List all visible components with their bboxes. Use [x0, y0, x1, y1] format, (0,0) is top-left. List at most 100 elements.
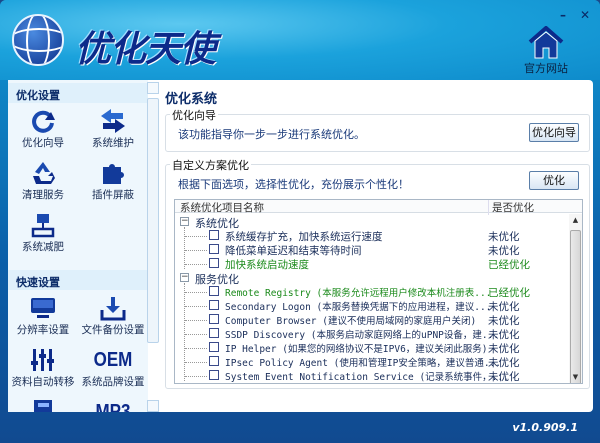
- sidebar-item[interactable]: 文件备份设置: [78, 294, 148, 346]
- status-text: 未优化: [488, 245, 520, 257]
- globe-logo-icon: [12, 14, 64, 66]
- status-text: 未优化: [488, 329, 520, 341]
- page-title: 优化系统: [165, 92, 218, 107]
- item-checkbox[interactable]: [209, 230, 219, 240]
- official-site-label: 官方网站: [524, 62, 568, 75]
- tree-line: [185, 362, 207, 363]
- status-text: 未优化: [488, 315, 520, 327]
- sidebar-item[interactable]: 分辨率设置: [8, 294, 78, 346]
- wizard-description: 该功能指导你一步一步进行系统优化。: [178, 128, 365, 141]
- tree-line: [185, 348, 207, 349]
- scroll-down-arrow-icon[interactable]: ▼: [569, 371, 582, 383]
- swap-arrows-icon: [78, 107, 148, 135]
- scale-icon: [8, 211, 78, 239]
- sidebar-item-label: 插件屏蔽: [92, 189, 134, 201]
- status-text: 未优化: [488, 357, 520, 369]
- status-text: 已经优化: [488, 287, 530, 299]
- item-checkbox[interactable]: [209, 370, 219, 380]
- scroll-up-button[interactable]: [147, 82, 159, 94]
- oem-icon: OEM: [93, 348, 133, 371]
- item-checkbox[interactable]: [209, 356, 219, 366]
- optimize-button[interactable]: 优化: [529, 171, 579, 190]
- tree-row[interactable]: Remote Registry (本服务允许远程用户修改本机注册表... 已经优化: [175, 285, 570, 299]
- item-name: IP Helper (如果您的网络协议不是IPV6，建议关闭此服务): [225, 344, 488, 355]
- optimization-tree: 系统优化项目名称 是否优化 − 系统优化 系统缓存扩充，加快系统运行速度 未优化 降低菜…: [174, 199, 583, 384]
- tree-line: [185, 306, 207, 307]
- item-checkbox[interactable]: [209, 258, 219, 268]
- sidebar-scrollbar[interactable]: [147, 82, 160, 412]
- collapse-icon[interactable]: −: [180, 273, 189, 282]
- tree-line: [185, 376, 207, 377]
- minimize-button[interactable]: –: [560, 8, 566, 22]
- sidebar-item-label: 文件备份设置: [81, 324, 145, 336]
- notebook-icon: [8, 398, 78, 412]
- wizard-button[interactable]: 优化向导: [529, 123, 579, 142]
- close-button[interactable]: ✕: [580, 8, 590, 22]
- scrollbar-thumb[interactable]: [570, 230, 581, 383]
- tree-row[interactable]: Computer Browser (建议不使用局域网的家庭用户关闭) 未优化: [175, 313, 570, 327]
- group-label: 优化向导: [170, 107, 218, 123]
- collapse-icon[interactable]: −: [180, 217, 189, 226]
- status-text: 未优化: [488, 231, 520, 243]
- item-name: Remote Registry (本服务允许远程用户修改本机注册表...: [225, 288, 492, 299]
- scroll-down-button[interactable]: [147, 400, 159, 412]
- tree-scrollbar[interactable]: ▲ ▼: [569, 214, 582, 383]
- sidebar-item[interactable]: 系统减肥: [8, 211, 78, 263]
- sidebar-item[interactable]: 系统维护: [78, 107, 148, 159]
- sidebar-item-label: 分辨率设置: [16, 324, 70, 336]
- sidebar-item[interactable]: 插件屏蔽: [78, 159, 148, 211]
- tree-row[interactable]: 加快系统启动速度 已经优化: [175, 257, 570, 271]
- status-text: 未优化: [488, 343, 520, 355]
- status-text: 已经优化: [488, 259, 530, 271]
- tree-group-node[interactable]: − 服务优化: [175, 271, 570, 286]
- tree-line: [185, 334, 207, 335]
- app-logo-title: 优化天使: [75, 29, 216, 70]
- tree-line: [185, 236, 207, 237]
- item-name: IPsec Policy Agent (使用和管理IP安全策略，建议普通...: [225, 358, 501, 369]
- tree-row[interactable]: Secondary Logon (本服务替换凭据下的应用进程，建议... 未优化: [175, 299, 570, 313]
- puzzle-icon: [78, 159, 148, 187]
- sidebar-item-label: 清理服务: [22, 189, 64, 201]
- tree-row[interactable]: SSDP Discovery (本服务启动家庭网络上的uPNP设备，建... 未优…: [175, 327, 570, 341]
- item-checkbox[interactable]: [209, 286, 219, 296]
- tree-group-node[interactable]: − 系统优化: [175, 215, 570, 230]
- column-header-status[interactable]: 是否优化: [488, 200, 534, 215]
- status-bar: v1.0.909.1: [0, 412, 600, 443]
- sidebar-item-label: 优化向导: [22, 137, 64, 149]
- status-text: 未优化: [488, 301, 520, 313]
- item-checkbox[interactable]: [209, 300, 219, 310]
- item-name: Secondary Logon (本服务替换凭据下的应用进程，建议...: [225, 302, 492, 313]
- main-panel: 优化设置 优化向导 系统维护 清理服务 插件屏蔽 系统减肥 快速设置 分辨率设置 文件备份…: [8, 80, 593, 412]
- official-site-button[interactable]: 官方网站: [518, 26, 574, 76]
- sidebar-item[interactable]: 优化向导: [8, 107, 78, 159]
- sidebar-item[interactable]: [8, 398, 78, 412]
- scrollbar-thumb[interactable]: [147, 98, 159, 343]
- home-icon: [528, 26, 564, 59]
- item-checkbox[interactable]: [209, 244, 219, 254]
- sidebar: 优化设置 优化向导 系统维护 清理服务 插件屏蔽 系统减肥 快速设置 分辨率设置 文件备份…: [8, 80, 148, 412]
- monitor-icon: [8, 294, 78, 322]
- item-name: 降低菜单延迟和结束等待时间: [225, 245, 362, 257]
- item-name: SSDP Discovery (本服务启动家庭网络上的uPNP设备，建...: [225, 330, 500, 341]
- version-label: v1.0.909.1: [512, 421, 578, 434]
- tree-row[interactable]: 系统缓存扩充，加快系统运行速度 未优化: [175, 229, 570, 243]
- item-checkbox[interactable]: [209, 314, 219, 324]
- sidebar-item-label: 系统维护: [92, 137, 134, 149]
- item-checkbox[interactable]: [209, 342, 219, 352]
- group-label: 自定义方案优化: [170, 157, 251, 173]
- sidebar-item[interactable]: 清理服务: [8, 159, 78, 211]
- scroll-up-arrow-icon[interactable]: ▲: [569, 214, 582, 227]
- item-checkbox[interactable]: [209, 328, 219, 338]
- tree-row[interactable]: System Event Notification Service (记录系统事…: [175, 369, 570, 383]
- refresh-arrow-icon: [8, 107, 78, 135]
- custom-optimize-group: 自定义方案优化 根据下面选项，选择性优化，充份展示个性化！ 优化 系统优化项目名…: [165, 157, 590, 389]
- tree-row[interactable]: IP Helper (如果您的网络协议不是IPV6，建议关闭此服务) 未优化: [175, 341, 570, 355]
- tree-row[interactable]: 降低菜单延迟和结束等待时间 未优化: [175, 243, 570, 257]
- sidebar-item[interactable]: OEM 系统品牌设置: [78, 346, 148, 398]
- column-header-name[interactable]: 系统优化项目名称: [180, 200, 264, 215]
- tree-header: 系统优化项目名称 是否优化: [175, 200, 582, 215]
- sidebar-item-label: 系统品牌设置: [81, 376, 145, 388]
- tree-row[interactable]: IPsec Policy Agent (使用和管理IP安全策略，建议普通... 未…: [175, 355, 570, 369]
- sidebar-item[interactable]: 资料自动转移: [8, 346, 78, 398]
- sidebar-item[interactable]: MP3: [78, 398, 148, 412]
